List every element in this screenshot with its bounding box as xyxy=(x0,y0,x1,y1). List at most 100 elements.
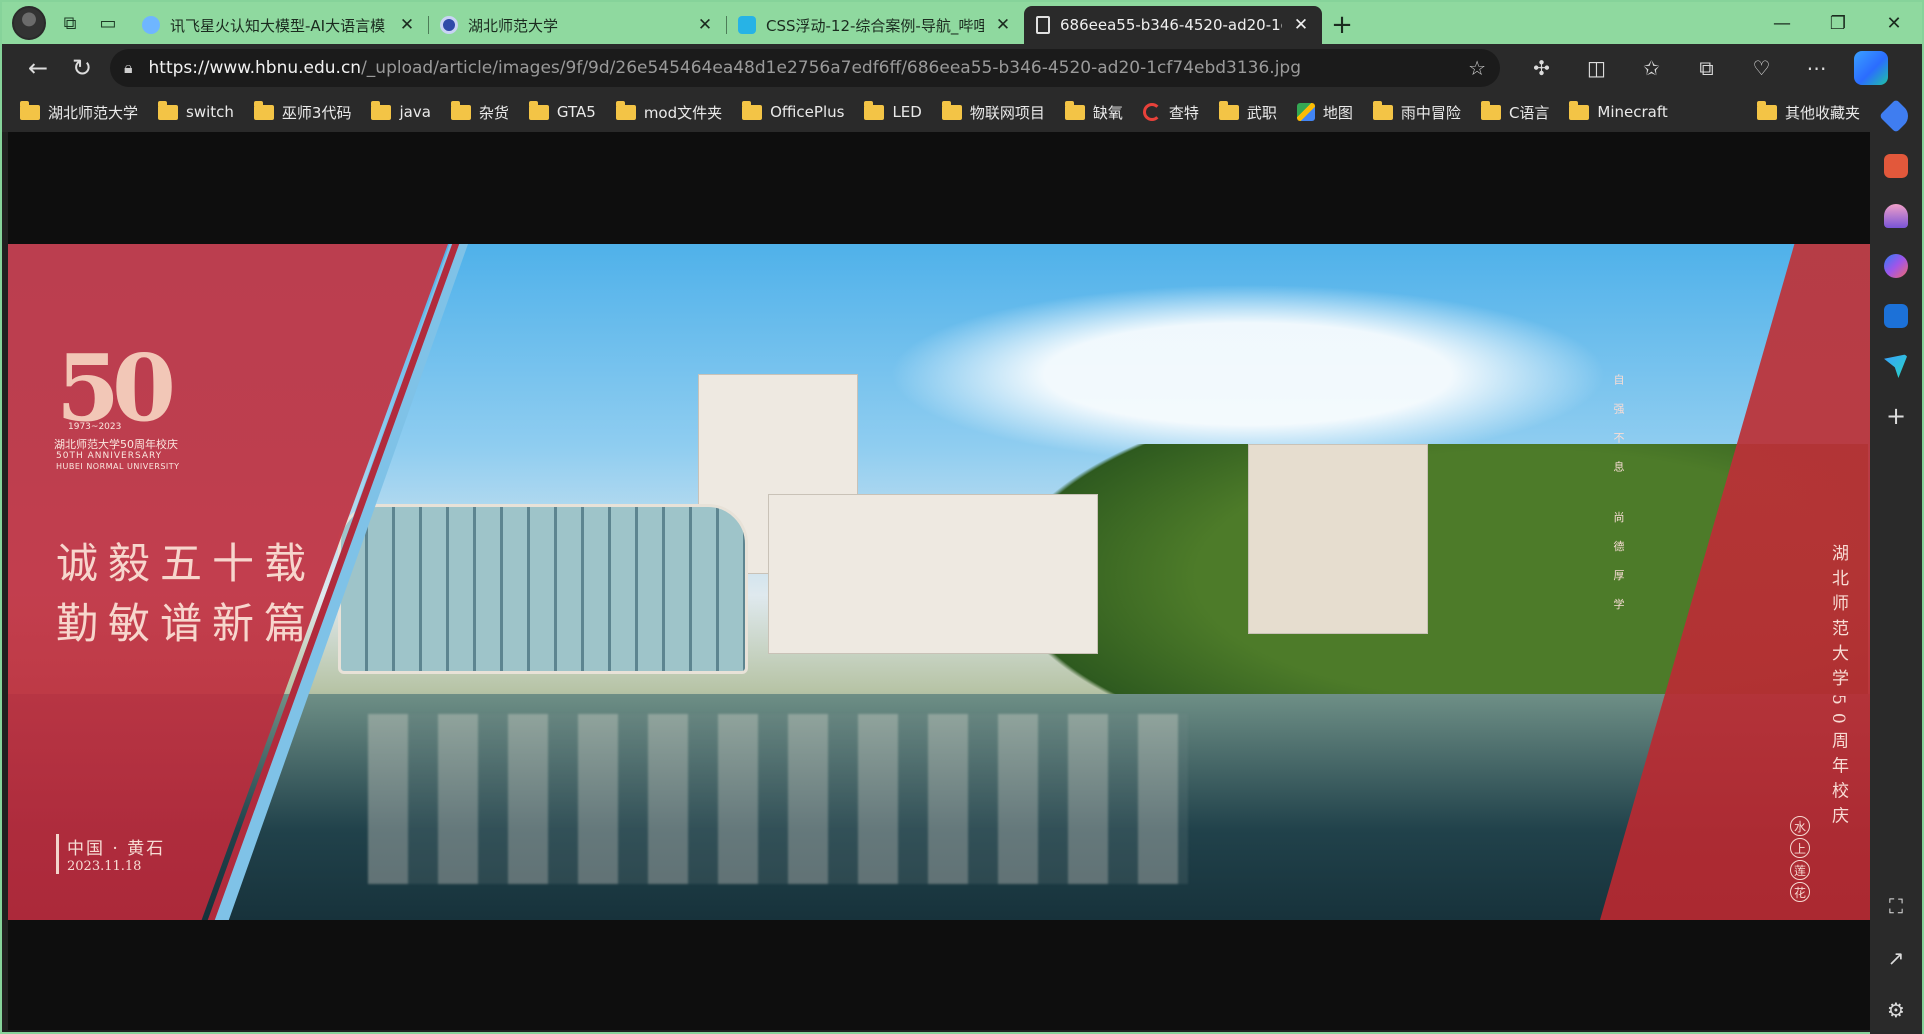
games-chess-icon[interactable] xyxy=(1884,204,1908,228)
close-icon[interactable]: ✕ xyxy=(1292,15,1310,35)
workspaces-icon[interactable]: ⧉ xyxy=(56,9,84,37)
new-tab-button[interactable]: + xyxy=(1322,6,1362,44)
screenshot-icon[interactable]: ⛶ xyxy=(1889,894,1903,918)
folder-icon xyxy=(615,100,636,120)
collections-icon[interactable]: ⧉ xyxy=(1679,48,1734,88)
bookmark-label: 雨中冒险 xyxy=(1400,103,1461,122)
logo-english-line1: 50TH ANNIVERSARY xyxy=(56,451,163,461)
bookmark-label: Minecraft xyxy=(1597,103,1668,121)
microsoft365-icon[interactable] xyxy=(1884,254,1908,278)
tab-title: 讯飞星火认知大模型-AI大语言模 xyxy=(170,16,386,35)
bookmark-item[interactable]: C语言 xyxy=(1480,100,1550,123)
tab[interactable]: CSS浮动-12-综合案例-导航_哔哩 ✕ xyxy=(726,6,1024,44)
folder-icon xyxy=(1372,100,1393,120)
bookmark-item[interactable]: 杂货 xyxy=(450,100,509,123)
bookmark-label: 杂货 xyxy=(478,103,509,122)
bookmark-label: GTA5 xyxy=(556,103,596,121)
bookmark-item[interactable]: Minecraft xyxy=(1569,100,1668,121)
vertical-tabs-icon[interactable]: ▭ xyxy=(94,9,122,37)
address-bar[interactable]: 🔒︎ https://www.hbnu.edu.cn/_upload/artic… xyxy=(110,49,1500,87)
tab[interactable]: 讯飞星火认知大模型-AI大语言模 ✕ xyxy=(130,6,428,44)
location-text: 中国 · 黄石 xyxy=(67,839,166,859)
split-screen-icon[interactable]: ◫ xyxy=(1569,48,1624,88)
shopping-tag-icon[interactable] xyxy=(1879,99,1913,133)
logo-years: 1973~2023 xyxy=(68,422,122,432)
restore-button[interactable]: ❐ xyxy=(1810,2,1866,44)
seal-characters: 水 上 莲 花 xyxy=(1790,816,1810,902)
bookmark-label: 地图 xyxy=(1322,103,1353,122)
bookmark-label: 湖北师范大学 xyxy=(48,103,139,122)
lake-reflection xyxy=(368,714,1188,884)
open-external-icon[interactable]: ↗ xyxy=(1888,946,1905,970)
bookmark-item[interactable]: 武职 xyxy=(1218,100,1277,123)
document-icon xyxy=(1036,16,1050,34)
copilot-icon[interactable] xyxy=(1854,51,1888,85)
close-window-button[interactable]: ✕ xyxy=(1866,2,1922,44)
slogan-line1: 诚毅五十载 xyxy=(56,539,317,588)
bookmark-label: 缺氧 xyxy=(1092,103,1123,122)
toolbar: ← ↻ 🔒︎ https://www.hbnu.edu.cn/_upload/a… xyxy=(2,44,1922,92)
folder-icon xyxy=(450,100,471,120)
minimize-button[interactable]: — xyxy=(1754,2,1810,44)
more-menu-icon[interactable]: ⋯ xyxy=(1789,48,1844,88)
bookmarks-bar: 湖北师范大学 switch 巫师3代码 java 杂货 GTA5 mod文件夹 … xyxy=(2,92,1872,132)
bookmark-item[interactable]: java xyxy=(371,100,431,121)
back-button[interactable]: ← xyxy=(16,48,60,88)
bookmark-item[interactable]: 查特 xyxy=(1142,102,1199,123)
bookmark-item[interactable]: switch xyxy=(158,100,234,121)
date-text: 2023.11.18 xyxy=(67,859,142,874)
refresh-button[interactable]: ↻ xyxy=(60,48,104,88)
bookmark-item[interactable]: 地图 xyxy=(1296,102,1353,123)
bookmark-item[interactable]: mod文件夹 xyxy=(615,100,723,123)
bookmark-label: switch xyxy=(186,103,234,121)
tab-favicon-icon xyxy=(738,16,756,34)
bookmark-label: OfficePlus xyxy=(770,103,845,121)
bookmark-item[interactable]: 巫师3代码 xyxy=(253,100,351,123)
close-icon[interactable]: ✕ xyxy=(696,15,714,35)
settings-gear-icon[interactable]: ⚙ xyxy=(1887,998,1905,1022)
page-info-icon[interactable]: 🔒︎ xyxy=(124,58,133,78)
tab-favicon-icon xyxy=(142,16,160,34)
seal-char: 水 xyxy=(1790,816,1810,836)
tab-title: 湖北师范大学 xyxy=(468,16,559,35)
drop-send-icon[interactable] xyxy=(1884,354,1908,378)
tab[interactable]: 湖北师范大学 ✕ xyxy=(428,6,726,44)
g-icon xyxy=(1142,103,1161,121)
tools-briefcase-icon[interactable] xyxy=(1884,154,1908,178)
logo-number: 50 xyxy=(56,334,176,442)
bookmark-label: mod文件夹 xyxy=(643,103,723,122)
bookmark-item[interactable]: 湖北师范大学 xyxy=(20,100,139,123)
bookmark-item[interactable]: LED xyxy=(864,100,922,121)
bookmark-label: 物联网项目 xyxy=(969,103,1045,122)
favorites-icon[interactable]: ✩ xyxy=(1624,48,1679,88)
tab-active[interactable]: 686eea55-b346-4520-ad20-1cf7 ✕ xyxy=(1024,6,1322,44)
add-icon[interactable]: + xyxy=(1886,404,1906,428)
logo-english-line2: HUBEI NORMAL UNIVERSITY xyxy=(56,462,180,471)
tab-title: 686eea55-b346-4520-ad20-1cf7 xyxy=(1060,16,1282,34)
bookmark-label: 查特 xyxy=(1168,103,1199,122)
bookmark-item[interactable]: GTA5 xyxy=(528,100,596,121)
folder-icon xyxy=(253,100,274,120)
profile-avatar[interactable] xyxy=(12,6,46,40)
bookmark-item[interactable]: 缺氧 xyxy=(1064,100,1123,123)
bookmark-label: C语言 xyxy=(1508,103,1550,122)
tab-strip: ⧉ ▭ 讯飞星火认知大模型-AI大语言模 ✕ 湖北师范大学 ✕ CSS浮动-12… xyxy=(2,2,1922,44)
other-favorites[interactable]: 其他收藏夹 xyxy=(1756,92,1860,132)
folder-icon xyxy=(941,100,962,120)
close-icon[interactable]: ✕ xyxy=(398,15,416,35)
performance-icon[interactable]: ♡ xyxy=(1734,48,1789,88)
folder-icon xyxy=(371,100,392,120)
bookmark-item[interactable]: 物联网项目 xyxy=(941,100,1045,123)
extensions-icon[interactable]: ✣ xyxy=(1514,48,1569,88)
seal-char: 花 xyxy=(1790,882,1810,902)
url-text[interactable]: https://www.hbnu.edu.cn/_upload/article/… xyxy=(149,58,1453,78)
favorite-star-icon[interactable]: ☆ xyxy=(1468,56,1486,80)
location-date: 中国 · 黄石 2023.11.18 xyxy=(56,834,165,874)
bookmark-item[interactable]: OfficePlus xyxy=(742,100,845,121)
bookmark-item[interactable]: 雨中冒险 xyxy=(1372,100,1461,123)
browser-window: ⧉ ▭ 讯飞星火认知大模型-AI大语言模 ✕ 湖北师范大学 ✕ CSS浮动-12… xyxy=(0,0,1924,1034)
close-icon[interactable]: ✕ xyxy=(994,15,1012,35)
vertical-motto: 自强不息 尚德厚学 xyxy=(1612,374,1625,628)
outlook-icon[interactable] xyxy=(1884,304,1908,328)
folder-icon xyxy=(20,100,40,120)
